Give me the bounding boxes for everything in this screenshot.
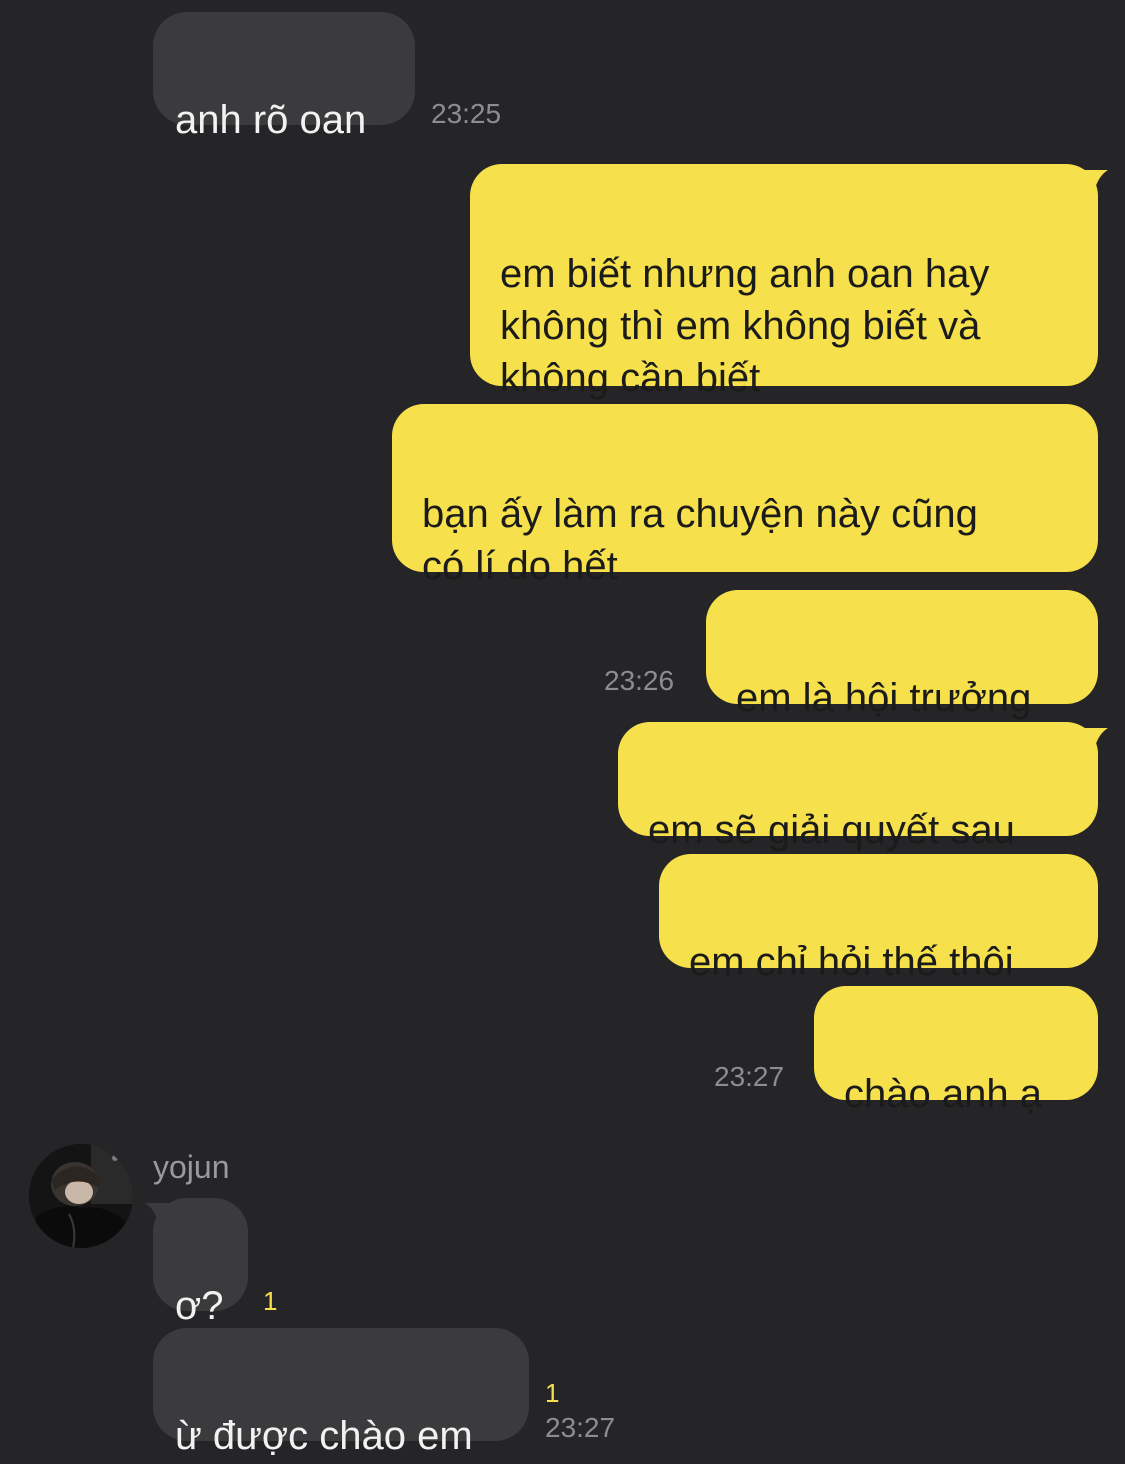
message-bubble-incoming[interactable]: anh rõ oan: [153, 12, 415, 142]
message-bubble-outgoing[interactable]: em là hội trưởng: [706, 590, 1098, 720]
message-text: em là hội trưởng: [736, 676, 1032, 720]
message-text: em chỉ hỏi thế thôi: [689, 940, 1014, 984]
message-timestamp: 23:27: [714, 1061, 785, 1092]
message-text: ơ?: [175, 1284, 224, 1328]
message-timestamp: 23:27: [545, 1412, 616, 1443]
bubble-tail-icon: [1084, 170, 1108, 192]
message-text: anh rõ oan: [175, 98, 367, 142]
message-text: bạn ấy làm ra chuyện này cũng có lí do h…: [422, 492, 978, 588]
message-timestamp: 23:25: [431, 98, 502, 129]
message-text: em sẽ giải quyết sau: [648, 808, 1015, 852]
message-bubble-outgoing[interactable]: chào anh ạ: [814, 986, 1098, 1116]
message-timestamp: 23:26: [604, 665, 675, 696]
contact-name[interactable]: yojun: [153, 1149, 230, 1185]
unread-count: 1: [545, 1378, 560, 1408]
message-text: ừ được chào em: [175, 1414, 473, 1458]
message-bubble-outgoing[interactable]: bạn ấy làm ra chuyện này cũng có lí do h…: [392, 404, 1098, 588]
message-bubble-incoming[interactable]: ơ?: [153, 1198, 248, 1328]
message-bubble-outgoing[interactable]: em biết nhưng anh oan hay không thì em k…: [470, 164, 1098, 400]
message-bubble-outgoing[interactable]: em sẽ giải quyết sau: [618, 722, 1098, 852]
message-text: em biết nhưng anh oan hay không thì em k…: [500, 252, 990, 400]
message-bubble-incoming[interactable]: ừ được chào em: [153, 1328, 529, 1458]
message-bubble-outgoing[interactable]: em chỉ hỏi thế thôi: [659, 854, 1098, 984]
unread-count: 1: [263, 1286, 278, 1316]
message-text: chào anh ạ: [844, 1072, 1042, 1116]
profile-photo-icon: [29, 1144, 133, 1248]
contact-avatar[interactable]: [29, 1144, 133, 1248]
bubble-tail-icon: [1084, 728, 1108, 750]
